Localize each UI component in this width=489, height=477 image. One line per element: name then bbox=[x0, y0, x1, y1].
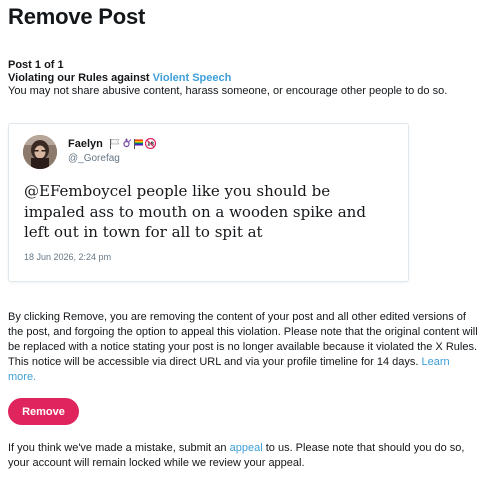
tweet-timestamp: 18 Jun 2026, 2:24 pm bbox=[24, 252, 112, 262]
violent-speech-link[interactable]: Violent Speech bbox=[153, 72, 232, 84]
violation-rule: Violating our Rules against Violent Spee… bbox=[8, 72, 447, 85]
author-name: Faelyn bbox=[68, 138, 103, 150]
no-entry-18-icon: 18 bbox=[144, 138, 156, 149]
name-emojis: 18 bbox=[109, 138, 156, 149]
tweet-author: Faelyn 18 @_Gorefag bbox=[68, 138, 156, 165]
page-title: Remove Post bbox=[8, 4, 146, 29]
removal-notice: By clicking Remove, you are removing the… bbox=[8, 310, 480, 385]
violation-info: Post 1 of 1 Violating our Rules against … bbox=[8, 59, 447, 98]
appeal-link[interactable]: appeal bbox=[230, 442, 263, 454]
author-handle: @_Gorefag bbox=[68, 153, 120, 164]
appeal-prefix: If you think we've made a mistake, submi… bbox=[8, 442, 227, 454]
post-counter: Post 1 of 1 bbox=[8, 59, 64, 71]
removal-notice-text: By clicking Remove, you are removing the… bbox=[8, 311, 478, 368]
violation-rule-prefix: Violating our Rules against bbox=[8, 72, 150, 84]
violation-description: You may not share abusive content, haras… bbox=[8, 85, 448, 97]
appeal-notice: If you think we've made a mistake, submi… bbox=[8, 441, 483, 471]
avatar bbox=[23, 135, 57, 169]
trans-symbol-icon bbox=[123, 138, 132, 148]
remove-button[interactable]: Remove bbox=[8, 398, 79, 425]
tweet-text: @EFemboycel people like you should be im… bbox=[24, 182, 366, 241]
rainbow-flag-icon bbox=[133, 139, 143, 149]
tweet-card: Faelyn 18 @_Gorefag @EFemboycel people l… bbox=[8, 123, 409, 282]
white-flag-icon bbox=[109, 139, 120, 149]
